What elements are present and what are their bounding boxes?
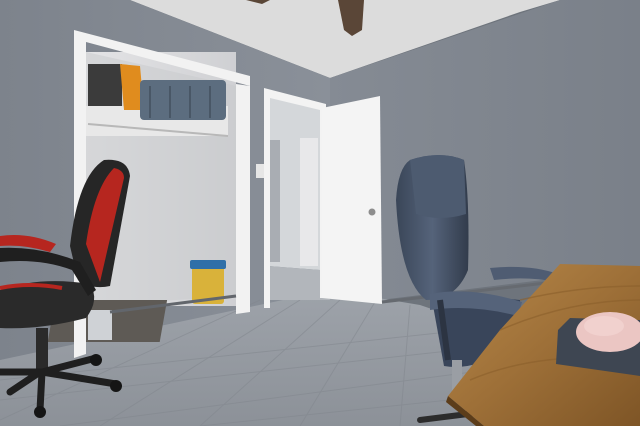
closet-storage-crate xyxy=(140,80,226,120)
room-photo xyxy=(0,0,640,426)
light-switch xyxy=(256,164,264,178)
open-door xyxy=(322,96,382,304)
door-knob xyxy=(368,208,376,216)
closet-small-box xyxy=(88,310,112,340)
closet-box-dark xyxy=(88,64,122,106)
